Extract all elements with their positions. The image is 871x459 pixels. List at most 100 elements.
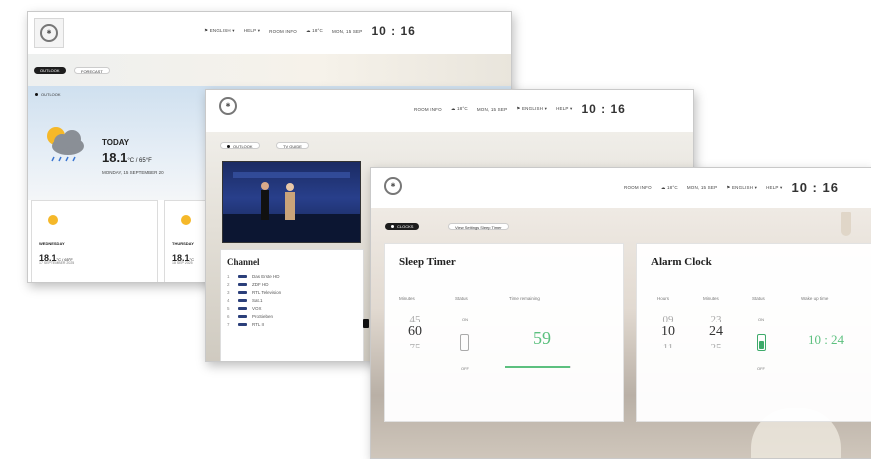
temp-label: 18°C [456,106,468,111]
channel-logo-icon [238,282,247,286]
help-menu[interactable]: HELP ▾ [766,185,782,191]
minutes-next: 75 [409,342,421,348]
time-remaining-value: 59 [533,328,551,348]
sleep-timer-panel: Sleep Timer Minutes Status Time remainin… [384,243,624,422]
hours-prev: 09 [662,314,674,322]
tab-outlook[interactable]: OUTLOOK [34,67,66,74]
alarm-minutes-current: 24 [709,324,723,339]
sleep-timer-title: Sleep Timer [399,256,456,268]
forecast-day: WEDNESDAY [39,241,65,246]
tab-tv-guide-label: TV GUIDE [283,144,302,149]
weather-temp[interactable]: ☁ 18°C [306,28,323,34]
tv-preview[interactable] [222,161,361,243]
lamp-decoration [841,212,851,236]
room-info-link[interactable]: ROOM INFO [414,107,442,112]
clock: 10 : 16 [791,180,839,195]
sun-icon [48,215,58,225]
tab-tv-guide[interactable]: TV GUIDE [276,142,309,149]
language-label: ENGLISH [521,106,544,111]
sleep-timer-toggle[interactable] [460,334,469,351]
sun-cloud-rain-icon [47,127,84,162]
temp-label: 18°C [666,184,678,190]
date-label: MON, 15 SEP [476,106,508,112]
channel-title: Channel [227,257,260,267]
channel-row[interactable]: 5 VOX [221,304,363,312]
alarm-clock-panel: Alarm Clock Hours Minutes Status Wake up… [636,243,871,422]
help-menu[interactable]: HELP ▾ [244,28,260,34]
temp-label: 18°C [312,28,323,33]
today-temperature: 18.1°C / 65°F [102,150,152,165]
channel-row[interactable]: 3 RTL Television [221,288,363,296]
hotel-logo[interactable]: ✱ [383,176,403,196]
minutes-wheel[interactable]: 45 60 75 [401,314,429,348]
channel-list-panel: Channel 1 Das Erste HD 2 ZDF HD 3 RTL Telev… [220,249,364,361]
top-bar: ✱ ROOM INFO ☁ 18°C MON, 15 SEP ⚑ ENGLISH… [206,90,693,132]
channel-row[interactable]: 2 ZDF HD [221,280,363,288]
help-label: HELP [556,106,569,111]
minutes-column-header: Minutes [703,296,719,301]
language-selector[interactable]: ⚑ ENGLISH ▾ [516,106,547,112]
channel-row[interactable]: 4 Sat.1 [221,296,363,304]
tab-outlook[interactable]: OUTLOOK [220,142,260,149]
status-on-label: ON [462,317,468,322]
forecast-card[interactable]: WEDNESDAY 18.1°C / 65°F 17 SEPTEMBER 202… [31,200,158,282]
language-selector[interactable]: ⚑ ENGLISH ▾ [204,28,235,34]
top-bar: ✱ ⚑ ENGLISH ▾ HELP ▾ ROOM INFO ☁ 18°C MO… [28,12,511,54]
channel-logo-icon [238,274,247,278]
help-label: HELP [766,184,779,190]
remaining-progress-track [505,366,571,368]
hours-column-header: Hours [657,296,670,301]
tab-clocks[interactable]: CLOCKS [385,223,420,230]
tv-show-image [223,172,360,242]
status-off-label: OFF [461,366,469,371]
minutes-column-header: Minutes [399,296,415,301]
weather-temp[interactable]: ☁ 18°C [451,106,468,112]
language-label: ENGLISH [209,28,231,33]
tab-outlook-label: OUTLOOK [233,144,253,149]
channel-row[interactable]: 7 RTL II [221,320,363,328]
channel-row[interactable]: 1 Das Erste HD [221,272,363,280]
hotel-logo[interactable]: ✱ [218,96,238,116]
room-info-link[interactable]: ROOM INFO [269,29,297,34]
tab-sleep-timer-settings[interactable]: View Settings Sleep Timer [448,223,509,230]
date-label: MON, 15 SEP [686,185,718,190]
wake-time-column-header: Wake up time [801,296,829,301]
channel-list: 1 Das Erste HD 2 ZDF HD 3 RTL Television 4S… [221,272,363,328]
hotel-logo[interactable]: ✱ [34,18,64,48]
status-off-label: OFF [757,366,765,371]
forecast-day: THURSDAY [172,241,194,246]
alarm-toggle[interactable] [757,334,766,351]
wake-up-time-value: 10 : 24 [807,332,845,347]
remaining-column-header: Time remaining [509,296,540,301]
language-selector[interactable]: ⚑ ENGLISH ▾ [726,185,757,191]
today-label: TODAY [102,138,130,147]
alarm-clock-title: Alarm Clock [651,256,712,268]
channel-logo-icon [238,298,247,302]
alarm-window: ✱ ROOM INFO ☁ 18°C MON, 15 SEP ⚑ ENGLISH… [370,167,871,459]
tab-forecast[interactable]: FORECAST [74,67,110,74]
weather-temp[interactable]: ☁ 18°C [661,185,678,191]
status-column-header: Status [455,296,468,301]
status-on-label: ON [758,317,764,322]
tab-forecast-label: FORECAST [81,69,103,74]
minutes-prev: 45 [409,314,421,322]
alarm-minutes-wheel[interactable]: 23 24 25 [703,314,729,348]
alarm-minutes-next: 25 [710,342,722,348]
channel-logo-icon [238,314,247,318]
hours-wheel[interactable]: 09 10 11 [655,314,681,348]
top-bar: ✱ ROOM INFO ☁ 18°C MON, 15 SEP ⚑ ENGLISH… [371,168,871,208]
forecast-date: 17 SEPTEMBER 2025 [39,261,75,265]
tab-outlook-label: OUTLOOK [40,68,60,73]
tab-clocks-label: CLOCKS [397,224,414,229]
location-label: OUTLOOK [35,92,61,97]
sun-icon [181,215,191,225]
date-label: MON, 15 SEP [332,28,363,34]
channel-row[interactable]: 6 ProSieben [221,312,363,320]
clock: 10 : 16 [581,102,626,116]
clock: 10 : 16 [371,24,416,38]
room-info-link[interactable]: ROOM INFO [624,185,652,190]
alarm-minutes-prev: 23 [710,314,722,322]
tab-sleep-timer-label: View Settings Sleep Timer [455,225,502,230]
scroll-handle[interactable] [363,319,369,328]
help-menu[interactable]: HELP ▾ [556,106,572,112]
